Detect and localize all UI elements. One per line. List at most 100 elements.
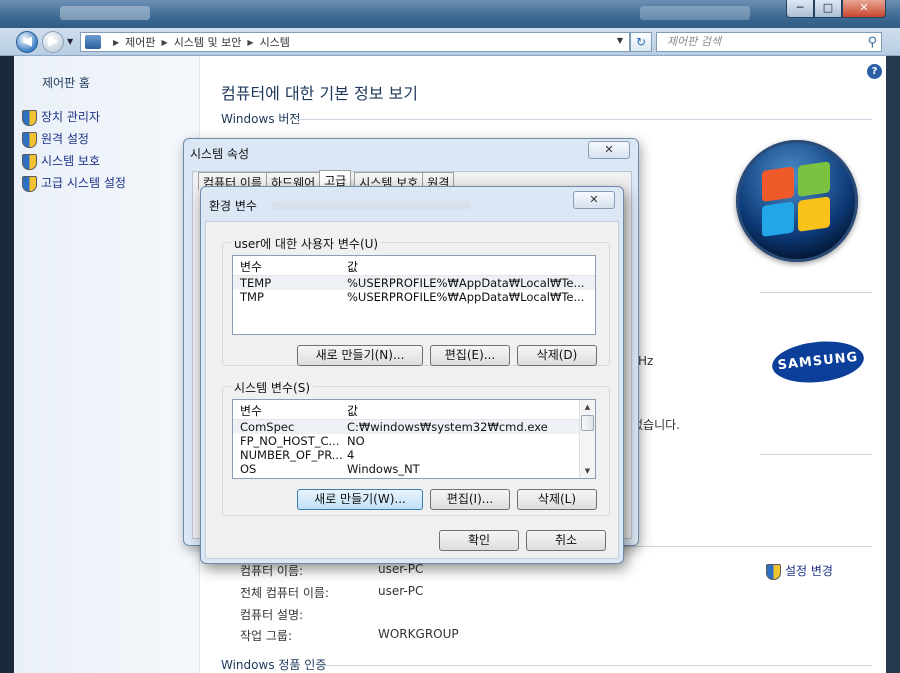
scroll-thumb[interactable] (581, 415, 594, 431)
list-header: 변수 값 (233, 256, 595, 276)
variable-name: TMP (240, 290, 264, 304)
back-button[interactable]: ◀ (16, 31, 38, 53)
user-variables-group: user에 대한 사용자 변수(U) 변수 값 TEMP %USERPROFIL… (222, 235, 610, 366)
scroll-down-icon[interactable]: ▼ (580, 464, 595, 478)
variable-value: C:₩windows₩system32₩cmd.exe (347, 420, 548, 434)
system-new-button[interactable]: 새로 만들기(W)... (297, 489, 423, 510)
variable-value: NO (347, 434, 365, 448)
window-right-frame (886, 56, 900, 673)
list-item[interactable]: TEMP %USERPROFILE%₩AppData₩Local₩Te... (233, 276, 595, 290)
close-button[interactable]: ✕ (842, 0, 886, 18)
task-pane: 제어판 홈 장치 관리자 원격 설정 시스템 보호 고급 시스템 설정 (14, 56, 200, 673)
workgroup-label: 작업 그룹: (240, 629, 293, 643)
window-titlebar: ─ □ ✕ (0, 0, 900, 28)
system-variables-list[interactable]: 변수 값 ComSpec C:₩windows₩system32₩cmd.exe… (232, 399, 596, 479)
variable-name: TEMP (240, 276, 272, 290)
task-label: 장치 관리자 (41, 110, 101, 124)
system-delete-button[interactable]: 삭제(L) (517, 489, 597, 510)
computer-name-label: 컴퓨터 이름: (240, 564, 304, 578)
breadcrumb-system-security[interactable]: 시스템 및 보안 (174, 34, 242, 50)
full-computer-name-value: user-PC (378, 584, 424, 598)
workgroup-value: WORKGROUP (378, 627, 459, 641)
divider (760, 454, 872, 455)
control-panel-home-link[interactable]: 제어판 홈 (42, 74, 90, 91)
task-label: 시스템 보호 (41, 154, 101, 168)
shield-icon (22, 131, 37, 148)
dialog-body: user에 대한 사용자 변수(U) 변수 값 TEMP %USERPROFIL… (205, 221, 619, 559)
forward-button[interactable]: ▶ (42, 31, 64, 53)
variable-name: OS (240, 462, 257, 476)
breadcrumb-system[interactable]: 시스템 (260, 34, 290, 50)
task-label: 원격 설정 (41, 132, 89, 146)
variable-value: Windows_NT (347, 462, 420, 476)
windows-edition-header: Windows 버전 (221, 112, 301, 126)
environment-variables-dialog: 환경 변수 ✕ user에 대한 사용자 변수(U) 변수 값 TEMP %US… (200, 186, 624, 564)
divider (624, 546, 872, 547)
maximize-button[interactable]: □ (814, 0, 842, 18)
task-system-protection[interactable]: 시스템 보호 (22, 152, 101, 170)
shield-icon (22, 109, 37, 126)
list-header: 변수 값 (233, 400, 595, 420)
variable-value: 4 (347, 448, 355, 462)
column-header-value[interactable]: 값 (347, 402, 358, 419)
column-header-variable[interactable]: 변수 (240, 402, 262, 419)
list-item[interactable]: ComSpec C:₩windows₩system32₩cmd.exe (233, 420, 595, 434)
divider (320, 665, 872, 666)
column-header-variable[interactable]: 변수 (240, 258, 262, 275)
address-dropdown-icon[interactable]: ▼ (617, 36, 623, 45)
system-edit-button[interactable]: 편집(I)... (430, 489, 510, 510)
breadcrumb-arrow-icon[interactable]: ▶ (162, 38, 168, 47)
user-variables-label: user에 대한 사용자 변수(U) (231, 235, 382, 252)
list-item[interactable]: TMP %USERPROFILE%₩AppData₩Local₩Te... (233, 290, 595, 304)
user-variables-list[interactable]: 변수 값 TEMP %USERPROFILE%₩AppData₩Local₩Te… (232, 255, 596, 335)
breadcrumb-control-panel[interactable]: 제어판 (125, 34, 155, 50)
close-button[interactable]: ✕ (573, 191, 615, 209)
shield-icon (766, 563, 781, 580)
breadcrumb-arrow-icon[interactable]: ▶ (113, 38, 119, 47)
computer-name-value: user-PC (378, 562, 424, 576)
close-button[interactable]: ✕ (588, 141, 630, 159)
task-remote-settings[interactable]: 원격 설정 (22, 130, 89, 148)
samsung-logo: SAMSUNG (770, 337, 866, 387)
system-variables-group: 시스템 변수(S) 변수 값 ComSpec C:₩windows₩system… (222, 379, 610, 516)
window-controls: ─ □ ✕ (786, 0, 886, 18)
computer-description-label: 컴퓨터 설명: (240, 608, 304, 622)
column-header-value[interactable]: 값 (347, 258, 358, 275)
user-new-button[interactable]: 새로 만들기(N)... (297, 345, 423, 366)
page-title: 컴퓨터에 대한 기본 정보 보기 (221, 84, 418, 103)
variable-name: FP_NO_HOST_C... (240, 434, 340, 448)
full-computer-name-label: 전체 컴퓨터 이름: (240, 586, 329, 600)
task-device-manager[interactable]: 장치 관리자 (22, 108, 101, 126)
titlebar-blur-right (640, 6, 750, 20)
user-edit-button[interactable]: 편집(E)... (430, 345, 510, 366)
search-icon[interactable]: ⚲ (867, 34, 877, 52)
dialog-title: 환경 변수 (209, 199, 257, 213)
address-input[interactable]: ▶ 제어판 ▶ 시스템 및 보안 ▶ 시스템 ▼ (80, 32, 630, 52)
help-icon[interactable]: ? (867, 64, 882, 79)
list-item[interactable]: FP_NO_HOST_C... NO (233, 434, 595, 448)
blurred-text (271, 201, 471, 210)
variable-value: %USERPROFILE%₩AppData₩Local₩Te... (347, 276, 585, 290)
variable-name: ComSpec (240, 420, 295, 434)
vertical-scrollbar[interactable]: ▲ ▼ (579, 400, 595, 478)
variable-name: NUMBER_OF_PR... (240, 448, 343, 462)
search-placeholder: 제어판 검색 (667, 35, 722, 48)
system-variables-label: 시스템 변수(S) (231, 379, 313, 396)
refresh-button[interactable]: ↻ (630, 32, 652, 52)
ok-button[interactable]: 확인 (439, 530, 519, 551)
search-input[interactable]: 제어판 검색 ⚲ (656, 32, 882, 52)
task-advanced-system-settings[interactable]: 고급 시스템 설정 (22, 174, 126, 192)
shield-icon (22, 153, 37, 170)
windows-activation-header: Windows 정품 인증 (221, 658, 327, 672)
history-dropdown-icon[interactable]: ▼ (67, 37, 73, 46)
scroll-up-icon[interactable]: ▲ (580, 400, 595, 414)
change-settings-link[interactable]: 설정 변경 (766, 562, 833, 580)
breadcrumb-arrow-icon[interactable]: ▶ (247, 38, 253, 47)
dialog-title: 시스템 속성 (190, 147, 250, 161)
minimize-button[interactable]: ─ (786, 0, 814, 18)
cancel-button[interactable]: 취소 (526, 530, 606, 551)
list-item[interactable]: OS Windows_NT (233, 462, 595, 476)
task-label: 고급 시스템 설정 (41, 176, 126, 190)
user-delete-button[interactable]: 삭제(D) (517, 345, 597, 366)
list-item[interactable]: NUMBER_OF_PR... 4 (233, 448, 595, 462)
